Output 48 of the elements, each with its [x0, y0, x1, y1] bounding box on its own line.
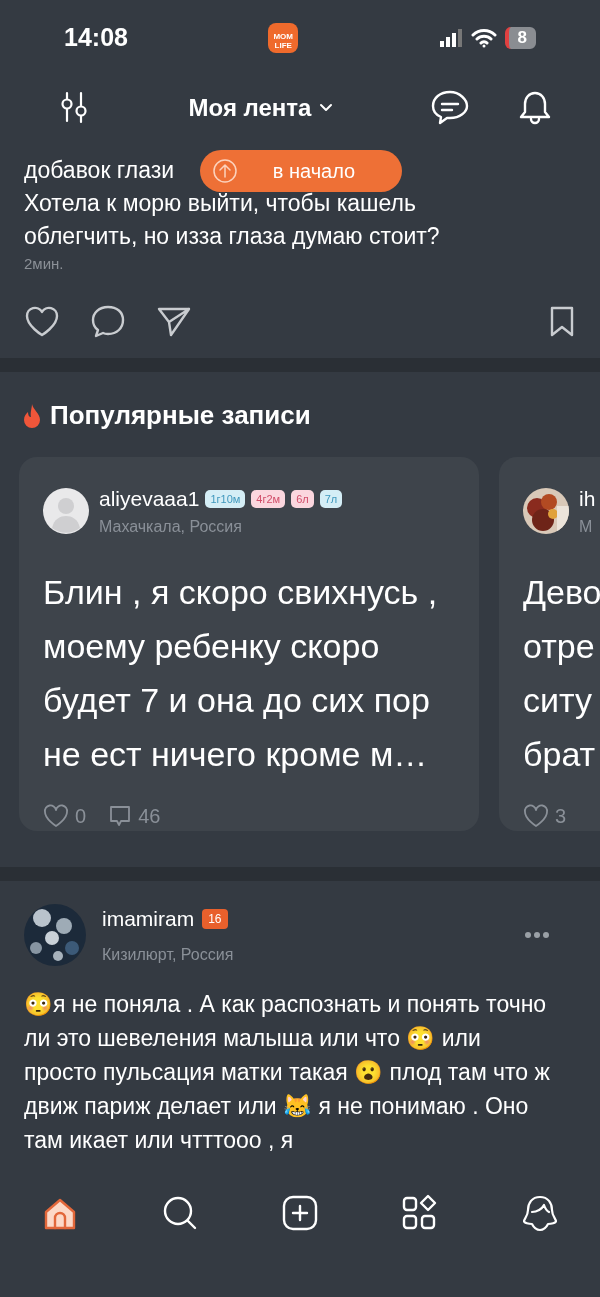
battery-level: 8 — [504, 26, 536, 49]
post-text: добавок глази — [24, 156, 175, 185]
chat-icon[interactable] — [430, 88, 470, 127]
wifi-icon — [470, 27, 497, 48]
author-name[interactable]: imamiram — [102, 903, 195, 935]
bookmark-icon[interactable] — [548, 304, 576, 337]
post-text: Хотела к морю выйти, чтобы кашель облегчить, но изза глаза думаю стоит? — [24, 189, 441, 251]
flame-icon — [22, 402, 42, 429]
grid-icon[interactable] — [401, 1194, 439, 1232]
age-tag: 7л — [319, 489, 343, 508]
section-title: Популярные записи — [50, 399, 311, 432]
signal-icon — [438, 28, 463, 47]
arrow-up-icon — [212, 158, 238, 184]
post-text: Блин , я скоро свихнусь , моему ребенку скоро будет 7 и она до сих пор не ест ничего кроме м… — [43, 571, 439, 775]
feed-selector[interactable]: Моя лента — [188, 89, 334, 126]
author-location: М — [579, 516, 594, 537]
chevron-down-icon — [319, 102, 334, 113]
comment-icon[interactable] — [90, 303, 126, 338]
app-logo: MOM LIFE — [268, 22, 299, 53]
status-time: 14:08 — [64, 21, 128, 53]
post-text: Дево — [523, 571, 600, 613]
like-count: 0 — [75, 803, 87, 829]
heart-icon[interactable] — [24, 304, 60, 337]
heart-icon — [523, 803, 549, 828]
post-text: 😳я не поняла . А как распознать и понять точно ли это шевеления малыша или что 😳 или просто пульсация матки такая 😮 плод там что ж движ париж делает или 😹 я не понимаю . Оно там икает или чтттооо , я — [24, 989, 550, 1155]
search-icon[interactable] — [161, 1194, 199, 1232]
comment-count: 46 — [138, 803, 161, 829]
post-time: 2мин. — [24, 254, 65, 274]
post-card[interactable]: aliyevaaa1 1г10м 4г2м 6л 7л Махачкала, Россия Блин , я скоро свихнусь , моему ребенку скоро будет 7 и она до сих пор не ест ничего кроме м… 0 46 — [19, 457, 479, 831]
post-text: брат — [523, 733, 597, 775]
post-text: отре — [523, 625, 596, 667]
age-tag: 4г2м — [251, 489, 286, 508]
author-name[interactable]: ih — [579, 483, 596, 515]
post-card[interactable]: ih М Дево отре ситу брат 3 — [499, 457, 600, 831]
comment-icon — [108, 803, 133, 828]
post-text: ситу — [523, 679, 593, 721]
author-location: Махачкала, Россия — [99, 516, 243, 537]
more-icon[interactable] — [524, 930, 550, 939]
age-tag: 6л — [291, 489, 314, 508]
author-location: Кизилюрт, Россия — [102, 944, 235, 965]
age-tag: 1г10м — [205, 489, 246, 508]
level-badge: 16 — [202, 908, 228, 929]
author-name[interactable]: aliyevaaa1 — [99, 483, 200, 515]
add-icon[interactable] — [281, 1194, 319, 1232]
profile-icon[interactable] — [521, 1194, 559, 1232]
avatar-icon — [43, 487, 89, 534]
heart-icon — [43, 803, 69, 828]
like-count: 3 — [555, 803, 567, 829]
